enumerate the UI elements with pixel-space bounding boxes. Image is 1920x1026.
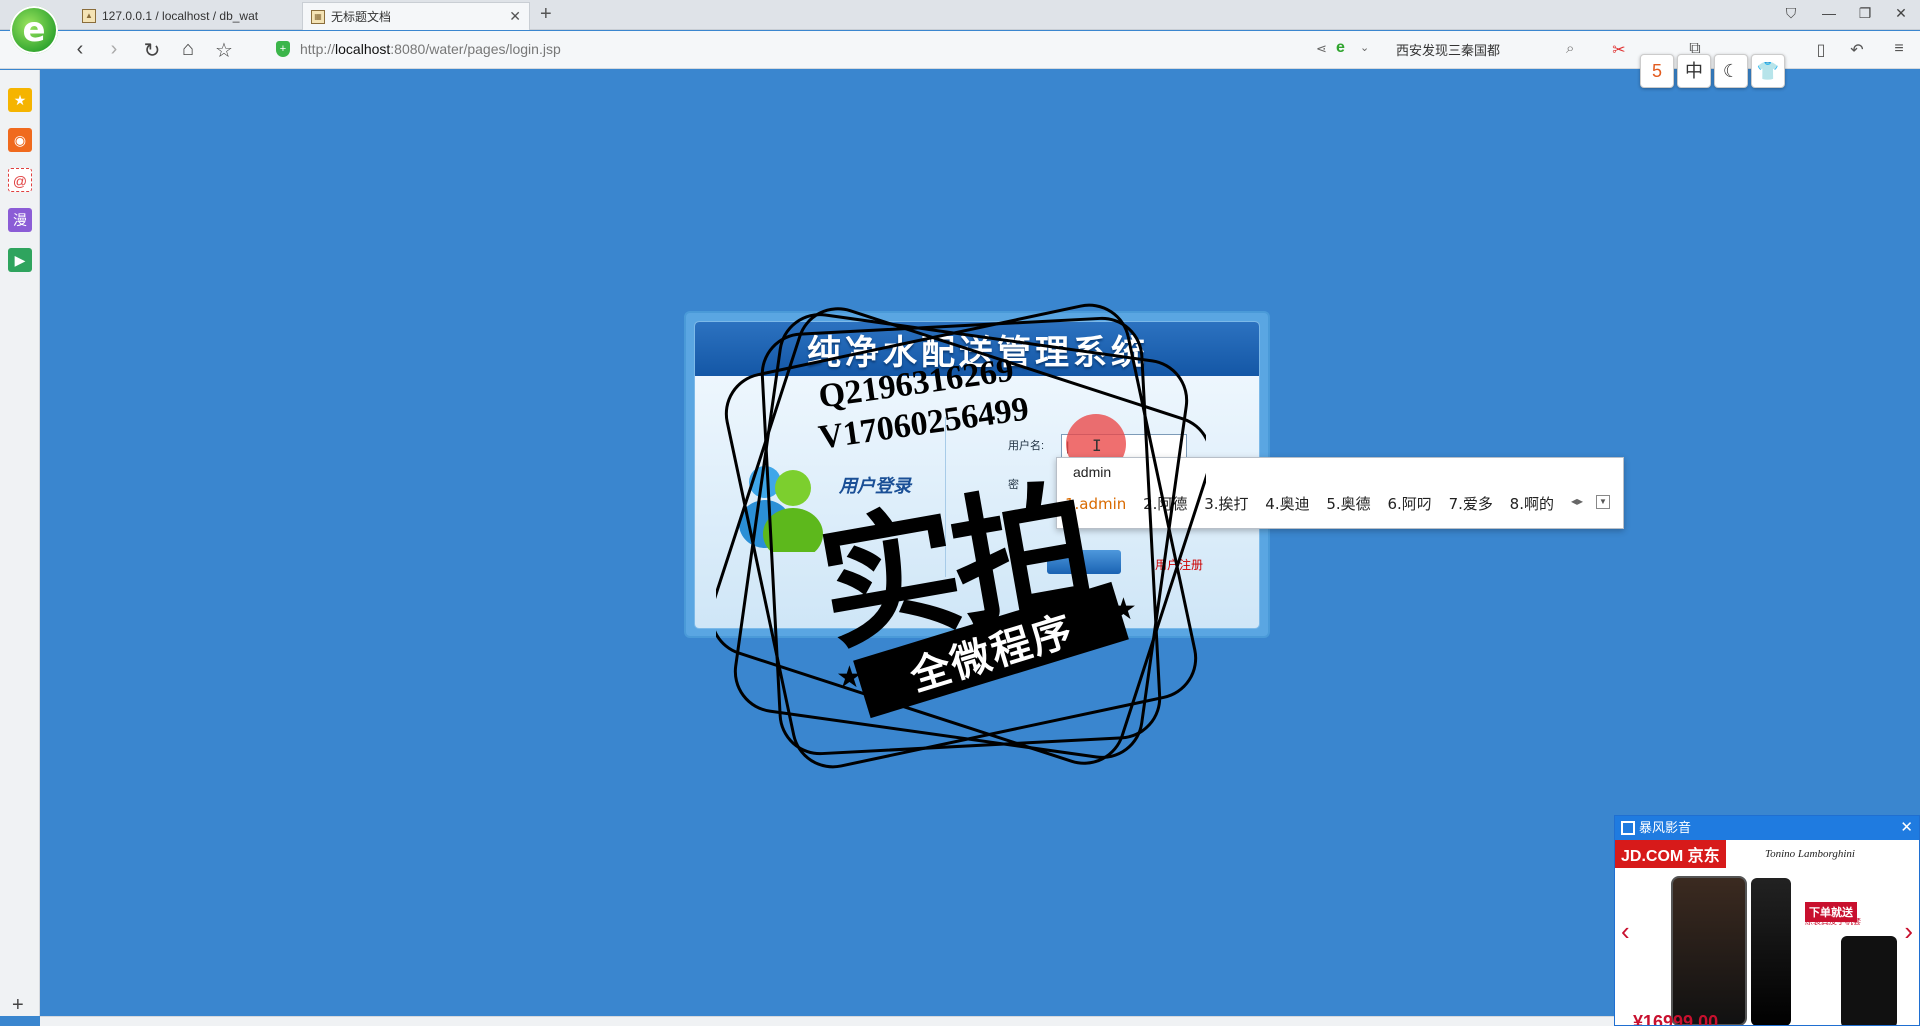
- screenshot-scissors-icon[interactable]: ✂: [1606, 40, 1632, 60]
- undo-icon[interactable]: ↶: [1844, 40, 1870, 60]
- jd-logo: JD.COM 京东: [1615, 840, 1726, 868]
- ie-mode-icon[interactable]: e: [1336, 39, 1345, 57]
- favorites-star-icon[interactable]: ★: [8, 88, 32, 112]
- ime-candidate-window: admin 1.admin 2.阿德 3.挨打 4.奥迪 5.奥德 6.阿叼 7…: [1056, 457, 1624, 529]
- chevron-left-icon[interactable]: ‹: [1621, 916, 1630, 947]
- star-icon: ★: [1110, 593, 1137, 626]
- ad-brand: Tonino Lamborghini: [1765, 848, 1855, 860]
- phpmyadmin-favicon-icon: ▲: [82, 9, 96, 23]
- tab-label: 127.0.0.1 / localhost / db_wat: [102, 9, 259, 23]
- register-link[interactable]: 用户注册: [1155, 556, 1203, 573]
- document-favicon-icon: ▦: [311, 9, 325, 24]
- menu-icon[interactable]: ≡: [1886, 40, 1912, 58]
- search-input[interactable]: 西安发现三秦国都: [1396, 40, 1500, 59]
- tab-label: 无标题文档: [331, 10, 392, 24]
- ime-candidate[interactable]: 7.爱多: [1449, 495, 1493, 513]
- ime-candidate[interactable]: 5.奥德: [1326, 495, 1370, 513]
- browser-logo-icon[interactable]: e: [10, 6, 58, 54]
- tablet-icon[interactable]: ▯: [1808, 40, 1834, 60]
- new-tab-icon[interactable]: +: [540, 3, 552, 26]
- back-icon[interactable]: ‹: [66, 38, 94, 61]
- video-player-logo-icon: [1621, 821, 1635, 835]
- url-path: :8080/water/pages/login.jsp: [390, 41, 561, 57]
- share-icon[interactable]: ⋖: [1316, 41, 1327, 57]
- minimize-icon[interactable]: —: [1814, 5, 1844, 21]
- url-host: localhost: [335, 41, 391, 57]
- close-icon[interactable]: ✕: [1900, 816, 1913, 840]
- refresh-icon[interactable]: ↻: [138, 38, 166, 63]
- favorite-star-icon[interactable]: ☆: [210, 38, 238, 63]
- close-window-icon[interactable]: ✕: [1886, 5, 1916, 22]
- phone-image: [1671, 876, 1747, 1025]
- ad-title: 暴风影音: [1639, 820, 1692, 835]
- ad-price: ¥16999.00: [1633, 1012, 1719, 1026]
- ad-badge-sub: 原装真皮手机套: [1805, 917, 1861, 926]
- shirt-skin-icon[interactable]: 👕: [1751, 54, 1785, 88]
- chinese-input-icon[interactable]: 中: [1677, 54, 1711, 88]
- ime-candidate[interactable]: 2.阿德: [1143, 495, 1187, 513]
- restore-icon[interactable]: ❐: [1850, 5, 1880, 22]
- chevron-right-icon[interactable]: ›: [1904, 916, 1913, 947]
- mail-icon[interactable]: @: [8, 168, 32, 192]
- add-sidebar-item-icon[interactable]: +: [12, 994, 24, 1017]
- forward-icon[interactable]: ›: [100, 38, 128, 61]
- search-icon[interactable]: ⌕: [1566, 40, 1574, 57]
- ime-candidate[interactable]: 4.奥迪: [1265, 495, 1309, 513]
- html5-plugin-icon[interactable]: 5: [1640, 54, 1674, 88]
- weibo-icon[interactable]: ◉: [8, 128, 32, 152]
- sidebar: ★ ◉ @ 漫 ▶ +: [0, 70, 40, 1016]
- home-icon[interactable]: ⌂: [174, 38, 202, 61]
- star-icon: ★: [836, 661, 863, 694]
- ime-menu-chevron-icon[interactable]: ▼: [1596, 495, 1610, 509]
- text-cursor-icon: I: [1092, 436, 1102, 455]
- shield-icon: +: [276, 41, 290, 57]
- ime-candidate[interactable]: 8.啊的: [1510, 495, 1554, 513]
- tab-login-page[interactable]: ▦ 无标题文档 ✕: [302, 2, 530, 30]
- url-scheme: http://: [300, 41, 336, 57]
- video-icon[interactable]: ▶: [8, 248, 32, 272]
- tab-phpmyadmin[interactable]: ▲ 127.0.0.1 / localhost / db_wat: [74, 2, 294, 30]
- comic-icon[interactable]: 漫: [8, 208, 32, 232]
- ime-composition: admin: [1073, 464, 1112, 480]
- ad-popup[interactable]: 暴风影音 ✕ JD.COM 京东 Tonino Lamborghini 下单就送…: [1614, 815, 1920, 1026]
- ime-candidate-list: 1.admin 2.阿德 3.挨打 4.奥迪 5.奥德 6.阿叼 7.爱多 8.…: [1065, 493, 1566, 514]
- navigation-bar: ‹ › ↻ ⌂ ☆ + http://localhost:8080/water/…: [0, 31, 1920, 69]
- phone-side-image: [1751, 878, 1791, 1025]
- address-bar[interactable]: http://localhost:8080/water/pages/login.…: [300, 41, 561, 57]
- ime-page-arrows-icon[interactable]: ◂▸: [1571, 494, 1583, 508]
- ime-candidate[interactable]: 6.阿叼: [1387, 495, 1431, 513]
- tab-bar: e ▲ 127.0.0.1 / localhost / db_wat ▦ 无标题…: [0, 0, 1920, 54]
- close-tab-icon[interactable]: ✕: [509, 8, 521, 25]
- ad-header: 暴风影音 ✕: [1615, 816, 1919, 840]
- skin-icon[interactable]: ⛉: [1776, 5, 1806, 22]
- ime-candidate[interactable]: 3.挨打: [1204, 495, 1248, 513]
- phone-case-image: [1841, 936, 1897, 1025]
- chevron-down-icon[interactable]: ⌄: [1360, 41, 1369, 54]
- night-mode-icon[interactable]: ☾: [1714, 54, 1748, 88]
